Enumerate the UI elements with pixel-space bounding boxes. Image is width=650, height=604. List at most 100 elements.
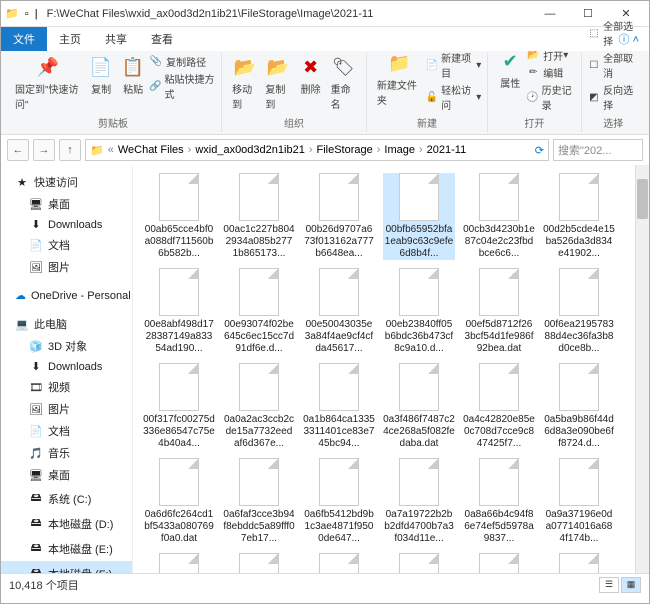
file-icon [399,363,439,411]
edit-button[interactable]: ✏编辑 [526,65,574,80]
file-name: 0a8a66b4c94f86e74ef5d5978a9837... [463,509,535,545]
copy-path-button[interactable]: 📎复制路径 [149,54,215,69]
history-button[interactable]: 🕑历史记录 [526,82,574,112]
file-icon [399,173,439,221]
properties-button[interactable]: ✔属性 [494,47,526,92]
file-item[interactable]: 0a1b864ca13353311401ce83e745bc94... [303,363,375,450]
tab-view[interactable]: 查看 [139,27,185,51]
file-icon [479,173,519,221]
nav-pictures2[interactable]: 🖼图片 [1,398,132,420]
file-item[interactable]: 00f6ea219578388d4ec36fa3b8d0ce8b... [543,268,615,355]
file-item[interactable]: 00d2b5cde4e15ba526da3d834e41902... [543,173,615,260]
paste-button[interactable]: 📋粘贴 [117,53,149,98]
select-all-button[interactable]: ⬚全部选择 [588,18,639,48]
nav-desktop2[interactable]: 🖥桌面 [1,464,132,486]
nav-documents2[interactable]: 📄文档 [1,420,132,442]
tab-home[interactable]: 主页 [47,27,93,51]
nav-quick-access[interactable]: ★快速访问 [1,171,132,193]
file-item[interactable]: 0a9a37196e0da07714016a684f174b... [543,458,615,545]
file-item[interactable]: 00ac1c227b8042934a085b2771b865173... [223,173,295,260]
file-icon [159,173,199,221]
new-folder-button[interactable]: 📁新建文件夹 [373,49,426,109]
file-item[interactable]: 0a3f486f7487c24ce268a5f082fedaba.dat [383,363,455,450]
nav-this-pc[interactable]: 💻此电脑 [1,313,132,335]
file-item[interactable]: 00ab65cce4bf0a088df711560b6b582b... [143,173,215,260]
qat-sep: | [35,8,38,20]
file-icon [159,458,199,506]
file-item[interactable]: 0a6d6fc264cd1bf5433a080769f0a0.dat [143,458,215,545]
file-item[interactable]: 00e50043035e3a84f4ae9cf4cfda45617... [303,268,375,355]
file-item[interactable]: 0a9e43e717d9333190de332e6c651645e... [223,553,295,573]
nav-drive-d[interactable]: 🖴本地磁盘 (D:) [1,511,132,536]
file-name: 0a3f486f7487c24ce268a5f082fedaba.dat [383,414,455,450]
file-item[interactable]: 0a5ba9b86f44d6d8a3e090be6ff8724.d... [543,363,615,450]
easy-access-button[interactable]: 🔓轻松访问▾ [426,82,482,112]
file-item[interactable]: 0a56f806a08270483890ea78ad69d121... [303,553,375,573]
back-button[interactable]: ← [7,139,29,161]
file-item[interactable]: 0a84ea18b6aaacfef7a41640dd6c3c2... [543,553,615,573]
scrollbar[interactable] [635,165,649,573]
nav-downloads[interactable]: ⬇Downloads [1,215,132,234]
file-name: 0a5ba9b86f44d6d8a3e090be6ff8724.d... [543,414,615,450]
nav-videos[interactable]: 🎞视频 [1,376,132,398]
props-icon[interactable]: ▫ [25,8,29,20]
copy-to-button[interactable]: 📂复制到 [261,53,294,113]
tab-file[interactable]: 文件 [1,27,47,51]
open-button[interactable]: 📂打开▾ [526,48,574,63]
file-item[interactable]: 00e93074f02be645c6ec15cc7d91df6e.d... [223,268,295,355]
up-button[interactable]: ↑ [59,139,81,161]
view-details-button[interactable]: ☰ [599,577,619,593]
pin-button[interactable]: 📌固定到"快速访问" [11,53,85,113]
file-name: 00f317fc00275d336e86547c75e4b40a4... [143,414,215,450]
new-item-button[interactable]: 📄新建项目▾ [426,50,482,80]
file-item[interactable]: 0a8a66b4c94f86e74ef5d5978a9837... [463,458,535,545]
group-clipboard: 📌固定到"快速访问" 📄复制 📋粘贴 📎复制路径 🔗粘贴快捷方式 剪贴板 [5,53,222,132]
file-item[interactable]: 00e8abf498d1728387149a83354ad190... [143,268,215,355]
file-item[interactable]: 00f317fc00275d336e86547c75e4b40a4... [143,363,215,450]
nav-3d[interactable]: 🧊3D 对象 [1,335,132,357]
file-item[interactable]: 0a6faf3cce3b94f8ebddc5a89fff07eb17... [223,458,295,545]
rename-button[interactable]: 🏷重命名 [327,53,360,113]
nav-pictures[interactable]: 🖼图片 [1,256,132,278]
nav-drive-e[interactable]: 🖴本地磁盘 (E:) [1,536,132,561]
nav-documents[interactable]: 📄文档 [1,234,132,256]
view-icons-button[interactable]: ▦ [621,577,641,593]
file-item[interactable]: 0a75fd258f6eaca580196524d6129c1d10d9179.… [463,553,535,573]
invert-selection-button[interactable]: ◩反向选择 [588,82,639,112]
search-input[interactable]: 搜索"202... [553,139,643,161]
paste-shortcut-button[interactable]: 🔗粘贴快捷方式 [149,71,215,101]
file-icon [239,363,279,411]
file-item[interactable]: 0a6fb5412bd9b1c3ae4871f9500de647... [303,458,375,545]
nav-drive-c[interactable]: 🖴系统 (C:) [1,486,132,511]
copy-button[interactable]: 📄复制 [85,53,117,98]
qat: 📁 ▫ | [5,7,41,20]
delete-button[interactable]: ✖删除 [295,53,327,98]
nav-onedrive[interactable]: ☁OneDrive - Personal [1,286,132,305]
file-item[interactable]: 00ef5d8712f263bcf54d1fe986f92bea.dat [463,268,535,355]
file-item[interactable]: 0a58e2cf7547335ea168f5e44e83e61edb... [383,553,455,573]
file-icon [319,173,359,221]
forward-button[interactable]: → [33,139,55,161]
nav-downloads2[interactable]: ⬇Downloads [1,357,132,376]
tab-share[interactable]: 共享 [93,27,139,51]
file-name: 00e93074f02be645c6ec15cc7d91df6e.d... [223,319,295,355]
move-to-button[interactable]: 📂移动到 [228,53,261,113]
file-item[interactable]: 00b26d9707a673f013162a777b6648ea... [303,173,375,260]
breadcrumb[interactable]: 📁 « WeChat Files› wxid_ax0od3d2n1ib21› F… [85,139,549,161]
file-item[interactable]: 0a9d6f0227a6fc4756d1a1f4b3da1e141.dat [143,553,215,573]
file-item[interactable]: 0a7a19722b2bb2dfd4700b7a3f034d11e... [383,458,455,545]
group-select: ⬚全部选择 ☐全部取消 ◩反向选择 选择 [582,53,645,132]
nav-music[interactable]: 🎵音乐 [1,442,132,464]
file-item[interactable]: 0a4c42820e85e0c708d7cce9c847425f7... [463,363,535,450]
nav-drive-f[interactable]: 🖴本地磁盘 (F:) [1,561,132,573]
file-icon [159,268,199,316]
file-item[interactable]: 00cb3d4230b1e87c04e2c23fbdbce6c6... [463,173,535,260]
nav-desktop[interactable]: 🖥桌面 [1,193,132,215]
file-item[interactable]: 0a0a2ac3ccb2cde15a7732eedaf6d367e... [223,363,295,450]
select-none-button[interactable]: ☐全部取消 [588,50,639,80]
minimize-button[interactable]: — [531,2,569,26]
file-item[interactable]: 00eb23840ff05b6bdc36b473cf8c9a10.d... [383,268,455,355]
file-icon [559,173,599,221]
file-item[interactable]: 00bfb65952bfa1eab9c63c9efe6d8b4f... [383,173,455,260]
file-name: 00ef5d8712f263bcf54d1fe986f92bea.dat [463,319,535,355]
